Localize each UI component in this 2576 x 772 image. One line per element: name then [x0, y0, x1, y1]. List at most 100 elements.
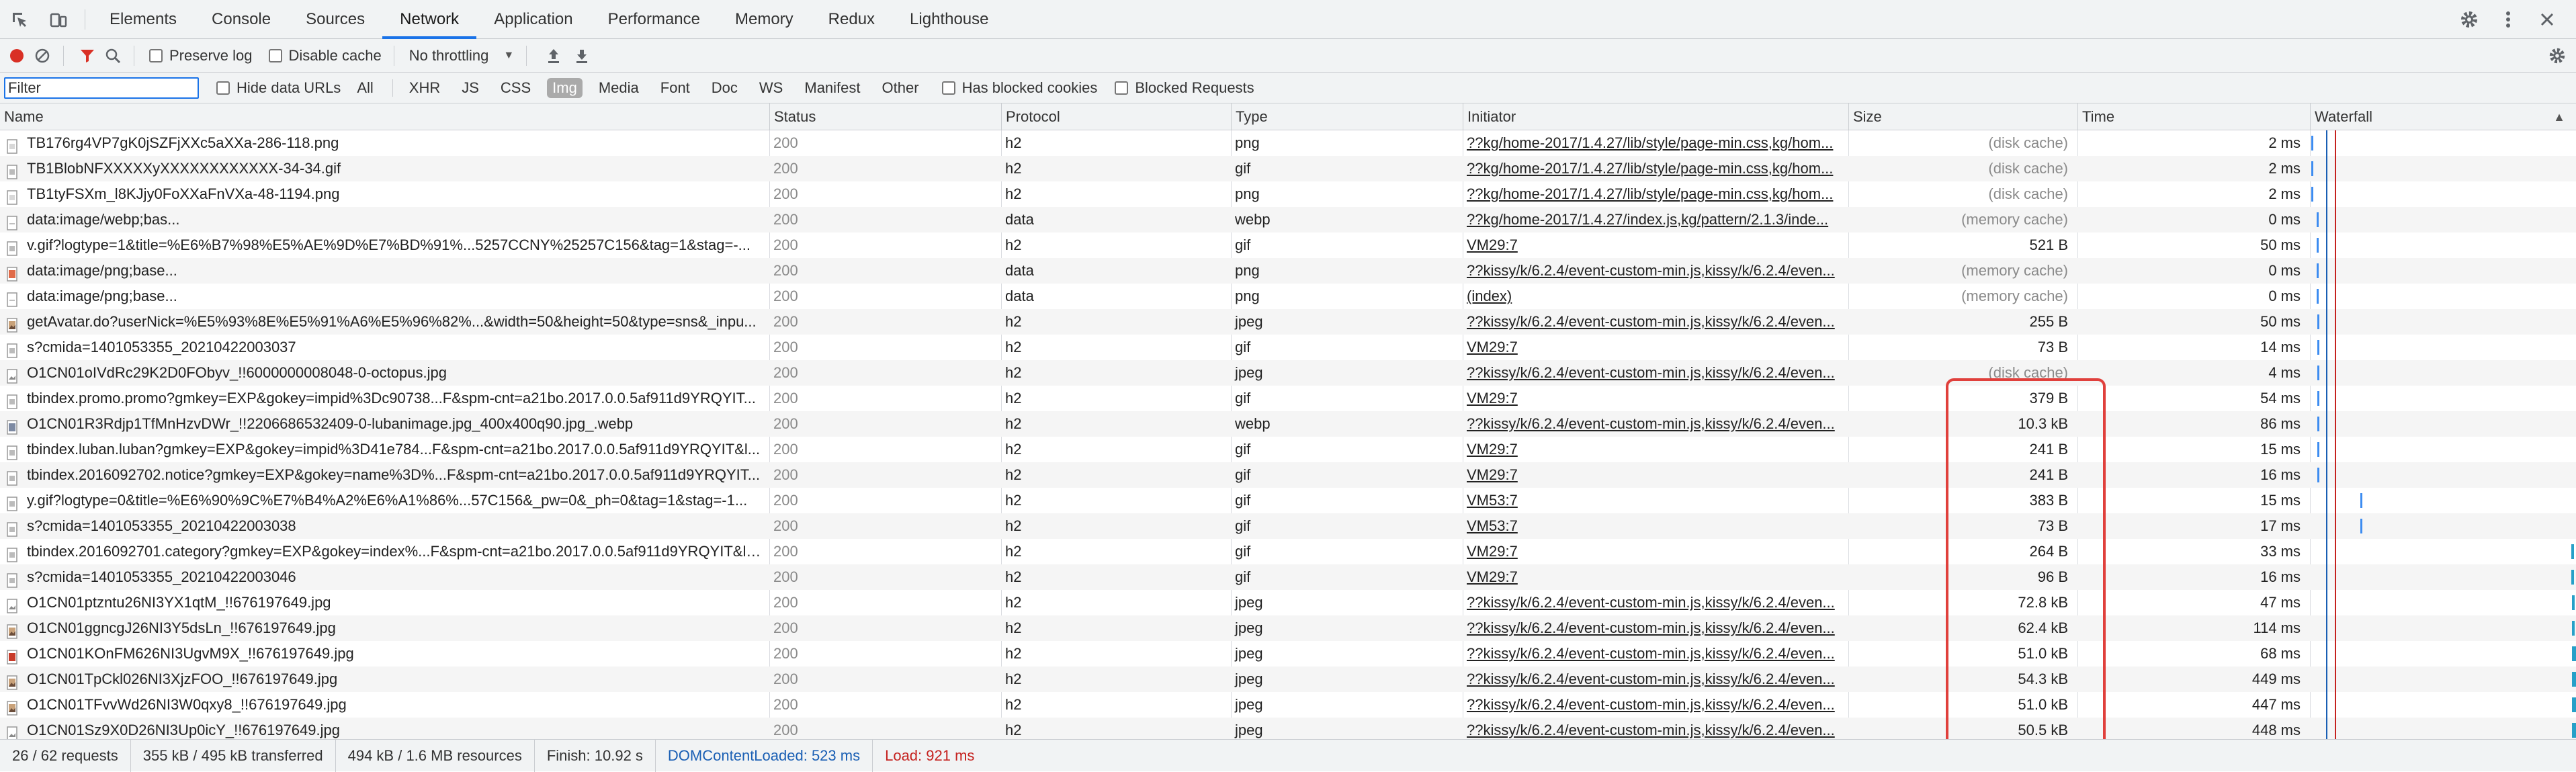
- tab-redux[interactable]: Redux: [811, 0, 892, 39]
- initiator-link[interactable]: (index): [1467, 288, 1512, 304]
- tab-performance[interactable]: Performance: [591, 0, 718, 39]
- initiator-link[interactable]: VM29:7: [1467, 390, 1518, 406]
- cell-initiator[interactable]: VM29:7: [1463, 437, 1848, 462]
- table-row[interactable]: tbindex.2016092701.category?gmkey=EXP&go…: [0, 539, 2576, 564]
- initiator-link[interactable]: ??kissy/k/6.2.4/event-custom-min.js,kiss…: [1467, 722, 1835, 738]
- table-row[interactable]: data:image/png;base... 200 data png ??kissy/…: [0, 258, 2576, 284]
- throttling-select[interactable]: No throttling ▼: [409, 39, 514, 73]
- table-row[interactable]: s?cmida=1401053355_20210422003046 200 h2 gi…: [0, 564, 2576, 590]
- initiator-link[interactable]: VM29:7: [1467, 441, 1518, 458]
- column-header-name[interactable]: Name: [0, 103, 769, 130]
- column-header-status[interactable]: Status: [769, 103, 1001, 130]
- filter-type-other[interactable]: Other: [877, 78, 925, 98]
- filter-type-ws[interactable]: WS: [754, 78, 788, 98]
- more-options-icon[interactable]: [2489, 0, 2528, 39]
- table-row[interactable]: data:image/png;base... 200 data png (index) (…: [0, 284, 2576, 309]
- has-blocked-cookies-checkbox[interactable]: Has blocked cookies: [941, 79, 1097, 97]
- initiator-link[interactable]: ??kg/home-2017/1.4.27/index.js,kg/patter…: [1467, 211, 1828, 228]
- column-header-time[interactable]: Time: [2077, 103, 2310, 130]
- table-row[interactable]: data:image/webp;bas... 200 data webp ??kg/ho…: [0, 207, 2576, 232]
- initiator-link[interactable]: ??kissy/k/6.2.4/event-custom-min.js,kiss…: [1467, 671, 1835, 687]
- table-row[interactable]: O1CN01TFvvWd26NI3W0qxy8_!!676197649.jpg 2…: [0, 692, 2576, 718]
- cell-initiator[interactable]: ??kg/home-2017/1.4.27/lib/style/page-min…: [1463, 181, 1848, 207]
- cell-initiator[interactable]: ??kissy/k/6.2.4/event-custom-min.js,kiss…: [1463, 615, 1848, 641]
- preserve-log-checkbox[interactable]: Preserve log: [149, 39, 253, 73]
- tab-network[interactable]: Network: [382, 0, 477, 39]
- initiator-link[interactable]: VM29:7: [1467, 466, 1518, 483]
- tab-lighthouse[interactable]: Lighthouse: [892, 0, 1006, 39]
- initiator-link[interactable]: VM53:7: [1467, 492, 1518, 509]
- table-row[interactable]: TB176rg4VP7gK0jSZFjXXc5aXXa-286-118.png 2…: [0, 130, 2576, 156]
- cell-initiator[interactable]: VM29:7: [1463, 564, 1848, 590]
- initiator-link[interactable]: ??kissy/k/6.2.4/event-custom-min.js,kiss…: [1467, 313, 1835, 330]
- initiator-link[interactable]: VM29:7: [1467, 568, 1518, 585]
- filter-input[interactable]: [4, 77, 199, 99]
- table-row[interactable]: s?cmida=1401053355_20210422003038 200 h2 gi…: [0, 513, 2576, 539]
- initiator-link[interactable]: ??kissy/k/6.2.4/event-custom-min.js,kiss…: [1467, 364, 1835, 381]
- cell-initiator[interactable]: ??kissy/k/6.2.4/event-custom-min.js,kiss…: [1463, 360, 1848, 386]
- cell-initiator[interactable]: ??kg/home-2017/1.4.27/lib/style/page-min…: [1463, 156, 1848, 181]
- blocked-requests-box[interactable]: [1115, 81, 1129, 95]
- cell-initiator[interactable]: VM29:7: [1463, 335, 1848, 360]
- filter-type-xhr[interactable]: XHR: [404, 78, 445, 98]
- cell-initiator[interactable]: ??kissy/k/6.2.4/event-custom-min.js,kiss…: [1463, 667, 1848, 692]
- cell-initiator[interactable]: VM53:7: [1463, 513, 1848, 539]
- preserve-log-box[interactable]: [149, 48, 163, 62]
- blocked-requests-checkbox[interactable]: Blocked Requests: [1115, 79, 1254, 97]
- cell-initiator[interactable]: ??kissy/k/6.2.4/event-custom-min.js,kiss…: [1463, 411, 1848, 437]
- table-row[interactable]: y.gif?logtype=0&title=%E6%90%9C%E7%B4%A2…: [0, 488, 2576, 513]
- tab-application[interactable]: Application: [476, 0, 590, 39]
- table-row[interactable]: tbindex.2016092702.notice?gmkey=EXP&goke…: [0, 462, 2576, 488]
- close-devtools-icon[interactable]: [2528, 0, 2567, 39]
- search-button[interactable]: [104, 39, 122, 73]
- cell-initiator[interactable]: VM29:7: [1463, 462, 1848, 488]
- column-header-protocol[interactable]: Protocol: [1001, 103, 1231, 130]
- table-row[interactable]: O1CN01Sz9X0D26NI3Up0icY_!!676197649.jpg 2…: [0, 718, 2576, 739]
- table-row[interactable]: tbindex.luban.luban?gmkey=EXP&gokey=impi…: [0, 437, 2576, 462]
- column-header-type[interactable]: Type: [1231, 103, 1463, 130]
- table-row[interactable]: tbindex.promo.promo?gmkey=EXP&gokey=impi…: [0, 386, 2576, 411]
- tab-memory[interactable]: Memory: [718, 0, 811, 39]
- tab-elements[interactable]: Elements: [92, 0, 194, 39]
- filter-toggle-button[interactable]: [79, 39, 96, 73]
- network-settings-button[interactable]: [2548, 39, 2567, 73]
- initiator-link[interactable]: ??kissy/k/6.2.4/event-custom-min.js,kiss…: [1467, 262, 1835, 279]
- cell-initiator[interactable]: VM53:7: [1463, 488, 1848, 513]
- table-row[interactable]: O1CN01R3Rdjp1TfMnHzvDWr_!!2206686532409-…: [0, 411, 2576, 437]
- tab-sources[interactable]: Sources: [288, 0, 382, 39]
- cell-initiator[interactable]: ??kissy/k/6.2.4/event-custom-min.js,kiss…: [1463, 258, 1848, 284]
- cell-initiator[interactable]: ??kissy/k/6.2.4/event-custom-min.js,kiss…: [1463, 692, 1848, 718]
- column-header-waterfall[interactable]: Waterfall ▲: [2310, 103, 2576, 130]
- table-row[interactable]: s?cmida=1401053355_20210422003037 200 h2 gi…: [0, 335, 2576, 360]
- cell-initiator[interactable]: VM29:7: [1463, 539, 1848, 564]
- initiator-link[interactable]: ??kissy/k/6.2.4/event-custom-min.js,kiss…: [1467, 415, 1835, 432]
- initiator-link[interactable]: VM29:7: [1467, 543, 1518, 560]
- table-row[interactable]: TB1tyFSXm_l8KJjy0FoXXaFnVXa-48-1194.png 2…: [0, 181, 2576, 207]
- cell-initiator[interactable]: ??kissy/k/6.2.4/event-custom-min.js,kiss…: [1463, 641, 1848, 667]
- table-row[interactable]: v.gif?logtype=1&title=%E6%B7%98%E5%AE%9D…: [0, 232, 2576, 258]
- filter-type-media[interactable]: Media: [593, 78, 644, 98]
- cell-initiator[interactable]: ??kg/home-2017/1.4.27/index.js,kg/patter…: [1463, 207, 1848, 232]
- cell-initiator[interactable]: ??kissy/k/6.2.4/event-custom-min.js,kiss…: [1463, 718, 1848, 739]
- filter-type-font[interactable]: Font: [655, 78, 695, 98]
- has-blocked-cookies-box[interactable]: [941, 81, 955, 95]
- initiator-link[interactable]: VM29:7: [1467, 237, 1518, 253]
- initiator-link[interactable]: ??kg/home-2017/1.4.27/lib/style/page-min…: [1467, 134, 1833, 151]
- table-row[interactable]: O1CN01TpCkl026NI3XjzFOO_!!676197649.jpg 2…: [0, 667, 2576, 692]
- device-toolbar-icon[interactable]: [39, 0, 78, 39]
- initiator-link[interactable]: ??kg/home-2017/1.4.27/lib/style/page-min…: [1467, 160, 1833, 177]
- filter-type-css[interactable]: CSS: [495, 78, 536, 98]
- column-header-initiator[interactable]: Initiator: [1463, 103, 1848, 130]
- initiator-link[interactable]: VM53:7: [1467, 517, 1518, 534]
- cell-initiator[interactable]: VM29:7: [1463, 232, 1848, 258]
- cell-initiator[interactable]: VM29:7: [1463, 386, 1848, 411]
- column-header-size[interactable]: Size: [1848, 103, 2077, 130]
- hide-data-urls-box[interactable]: [216, 81, 230, 95]
- cell-initiator[interactable]: ??kissy/k/6.2.4/event-custom-min.js,kiss…: [1463, 309, 1848, 335]
- initiator-link[interactable]: ??kissy/k/6.2.4/event-custom-min.js,kiss…: [1467, 645, 1835, 662]
- table-row[interactable]: getAvatar.do?userNick=%E5%93%8E%E5%91%A6…: [0, 309, 2576, 335]
- initiator-link[interactable]: ??kissy/k/6.2.4/event-custom-min.js,kiss…: [1467, 619, 1835, 636]
- export-har-button[interactable]: [574, 39, 590, 73]
- filter-type-doc[interactable]: Doc: [706, 78, 743, 98]
- table-row[interactable]: O1CN01KOnFM626NI3UgvM9X_!!676197649.jpg 2…: [0, 641, 2576, 667]
